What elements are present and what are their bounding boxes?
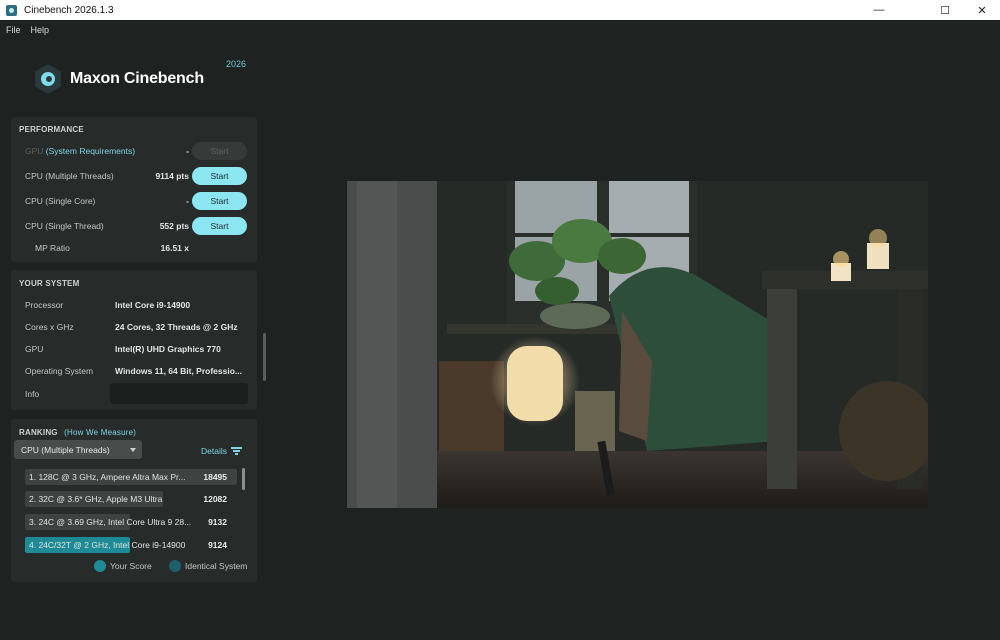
perf-row-mp-ratio: MP Ratio 16.51 x	[25, 239, 247, 257]
ranking-score: 9124	[208, 540, 227, 550]
gpu-start-button[interactable]: Start	[192, 142, 247, 160]
cpu-single-core-start-button[interactable]: Start	[192, 192, 247, 210]
info-label: Info	[25, 389, 40, 399]
cpu-single-thread-value: 552 pts	[159, 221, 189, 231]
ranking-type-dropdown[interactable]: CPU (Multiple Threads)	[14, 440, 142, 459]
ranking-row-your-score[interactable]: 4. 24C/32T @ 2 GHz, Intel Core i9-14900 …	[25, 537, 237, 553]
chevron-down-icon	[130, 448, 136, 452]
ranking-label: 4. 24C/32T @ 2 GHz, Intel Core i9-14900	[29, 540, 186, 550]
ranking-score: 18495	[203, 472, 227, 482]
ranking-label: 3. 24C @ 3.69 GHz, Intel Core Ultra 9 28…	[29, 517, 192, 527]
perf-row-cpu-single-thread: CPU (Single Thread) 552 pts Start	[25, 217, 247, 235]
ranking-label: 1. 128C @ 3 GHz, Ampere Altra Max Pr...	[29, 472, 186, 482]
system-row-os: Operating System Windows 11, 64 Bit, Pro…	[25, 361, 249, 381]
details-button[interactable]: Details	[201, 446, 242, 456]
close-icon[interactable]: ✕	[965, 0, 999, 20]
gpu-label: GPU	[25, 146, 44, 156]
window-title: Cinebench 2026.1.3	[24, 4, 114, 16]
menu-file[interactable]: File	[6, 25, 21, 35]
details-label: Details	[201, 446, 227, 456]
maximize-icon[interactable]: ☐	[928, 0, 962, 20]
gpu-value: -	[186, 146, 189, 156]
ranking-row[interactable]: 3. 24C @ 3.69 GHz, Intel Core Ultra 9 28…	[25, 514, 237, 530]
system-panel: YOUR SYSTEM Processor Intel Core i9-1490…	[11, 270, 257, 410]
os-value: Windows 11, 64 Bit, Professio...	[115, 366, 242, 376]
ranking-title: RANKING	[19, 428, 58, 437]
cpu-multi-value: 9114 pts	[155, 171, 189, 181]
processor-value: Intel Core i9-14900	[115, 300, 191, 310]
system-row-cores: Cores x GHz 24 Cores, 32 Threads @ 2 GHz	[25, 317, 249, 337]
menu-help[interactable]: Help	[31, 25, 50, 35]
legend-identical-system: Identical System	[169, 560, 247, 572]
cores-value: 24 Cores, 32 Threads @ 2 GHz	[115, 322, 238, 332]
cpu-multi-label: CPU (Multiple Threads)	[25, 171, 114, 181]
perf-row-cpu-multi: CPU (Multiple Threads) 9114 pts Start	[25, 167, 247, 185]
your-score-dot-icon	[94, 560, 106, 572]
system-title: YOUR SYSTEM	[19, 279, 80, 288]
logo-year: 2026	[226, 59, 247, 69]
logo-text: Maxon Cinebench	[70, 70, 204, 87]
info-field[interactable]	[110, 383, 248, 404]
os-label: Operating System	[25, 366, 94, 376]
cinebench-app-icon	[6, 4, 17, 16]
cpu-single-core-label: CPU (Single Core)	[25, 196, 96, 206]
how-we-measure-link[interactable]: (How We Measure)	[64, 428, 136, 437]
legend-identical-system-label: Identical System	[185, 561, 248, 571]
mp-ratio-label: MP Ratio	[35, 243, 70, 253]
cpu-single-core-value: -	[186, 196, 189, 206]
render-scene-image	[347, 181, 928, 508]
legend-your-score-label: Your Score	[110, 561, 152, 571]
dropdown-value: CPU (Multiple Threads)	[21, 444, 110, 455]
performance-panel: PERFORMANCE GPU (System Requirements) - …	[11, 117, 257, 262]
mp-ratio-value: 16.51 x	[160, 243, 189, 253]
ranking-score: 9132	[208, 517, 227, 527]
legend-your-score: Your Score	[94, 560, 152, 572]
perf-row-cpu-single-core: CPU (Single Core) - Start	[25, 192, 247, 210]
ranking-scrollbar[interactable]	[242, 468, 245, 490]
performance-title: PERFORMANCE	[19, 125, 84, 134]
filter-icon	[230, 447, 242, 455]
minimize-icon[interactable]: —	[862, 0, 896, 20]
system-row-processor: Processor Intel Core i9-14900	[25, 295, 249, 315]
processor-label: Processor	[25, 300, 64, 310]
ranking-row[interactable]: 1. 128C @ 3 GHz, Ampere Altra Max Pr... …	[25, 469, 237, 485]
cpu-single-thread-start-button[interactable]: Start	[192, 217, 247, 235]
cpu-single-thread-label: CPU (Single Thread)	[25, 221, 104, 231]
render-preview	[347, 181, 928, 508]
identical-system-dot-icon	[169, 560, 181, 572]
cpu-multi-start-button[interactable]: Start	[192, 167, 247, 185]
window-titlebar: Cinebench 2026.1.3 — ☐ ✕	[0, 0, 1000, 20]
ranking-label: 2. 32C @ 3.6* GHz, Apple M3 Ultra	[29, 494, 163, 504]
sidebar-scrollbar[interactable]	[263, 333, 266, 381]
system-row-gpu: GPU Intel(R) UHD Graphics 770	[25, 339, 249, 359]
ranking-score: 12082	[203, 494, 227, 504]
menu-bar: File Help	[0, 20, 1000, 40]
cores-label: Cores x GHz	[25, 322, 74, 332]
perf-row-gpu: GPU (System Requirements) - Start	[25, 142, 247, 160]
gpu-system-value: Intel(R) UHD Graphics 770	[115, 344, 221, 354]
system-requirements-link[interactable]: (System Requirements)	[46, 146, 135, 156]
gpu-system-label: GPU	[25, 344, 44, 354]
ranking-row[interactable]: 2. 32C @ 3.6* GHz, Apple M3 Ultra 12082	[25, 491, 237, 507]
cinebench-logo-icon	[35, 64, 61, 94]
